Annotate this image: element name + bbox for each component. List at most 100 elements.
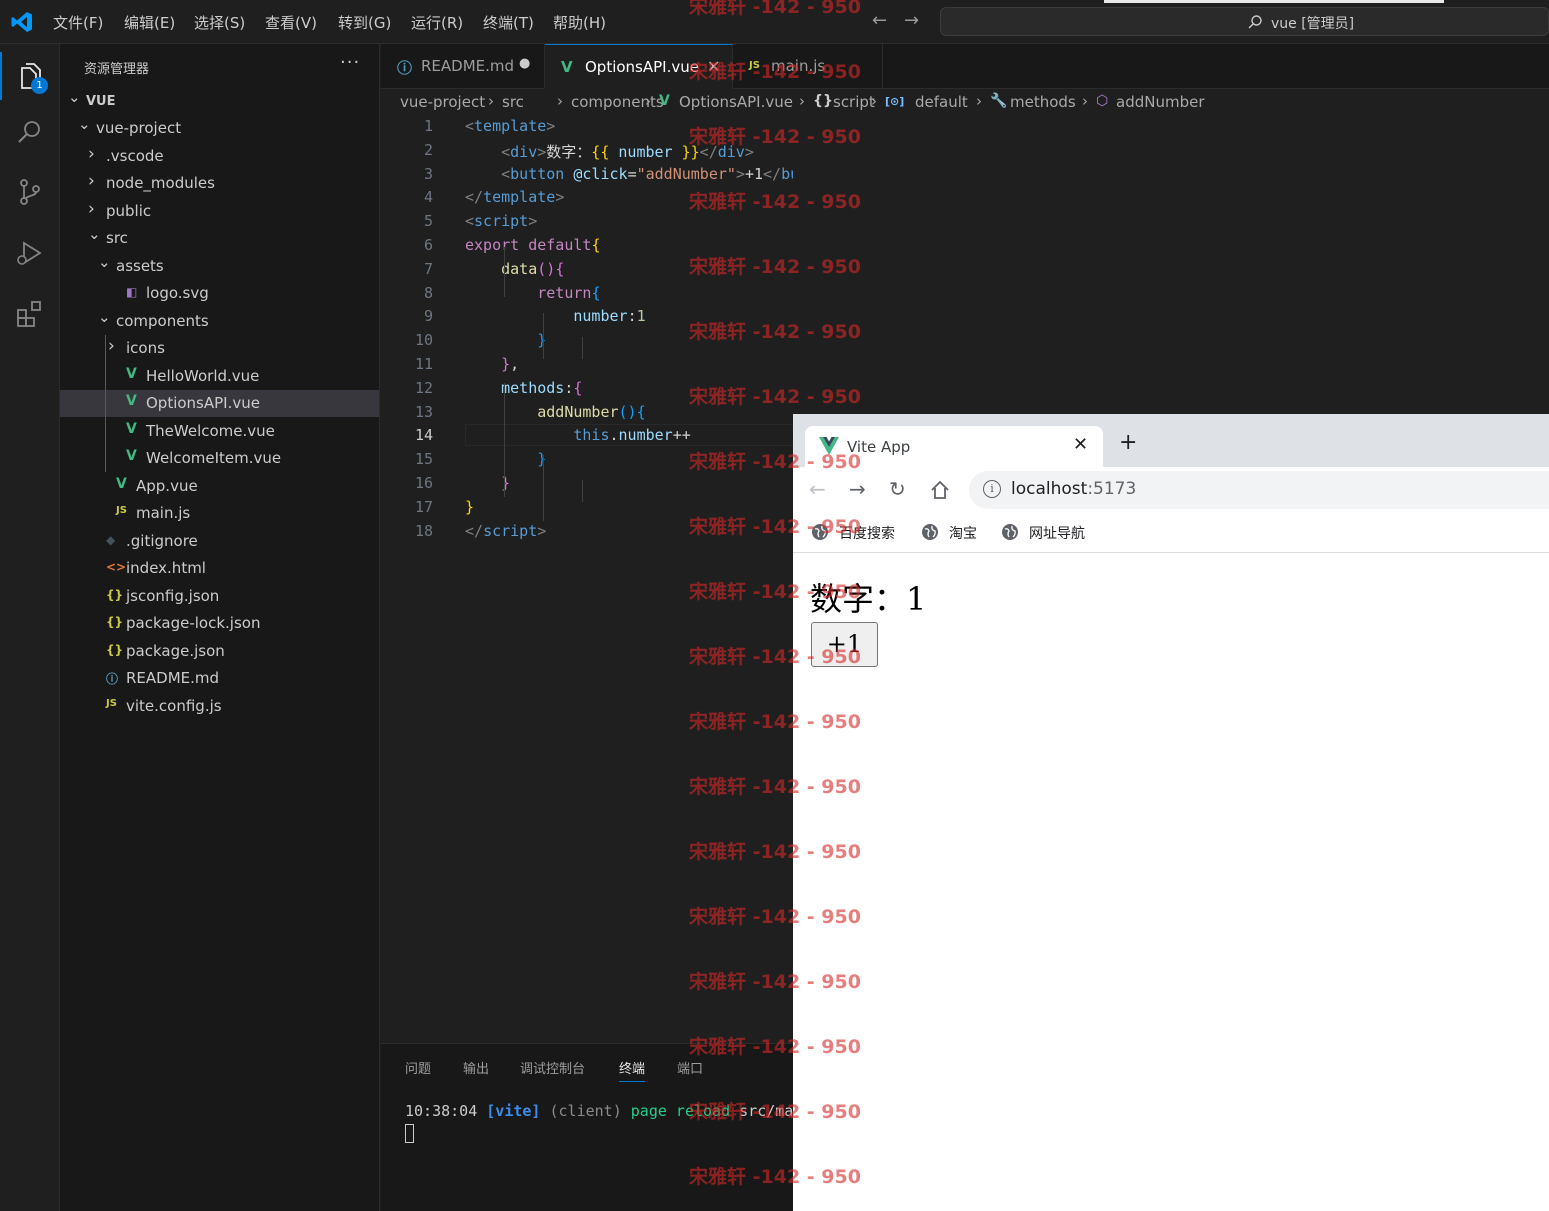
- breadcrumb-item[interactable]: default: [915, 93, 968, 111]
- chevron-down-icon[interactable]: ⌄: [98, 308, 111, 326]
- reload-icon[interactable]: ↻: [889, 477, 906, 501]
- line-number: 4: [423, 188, 433, 207]
- tree-item[interactable]: {} package-lock.json: [60, 610, 379, 637]
- search-icon[interactable]: [14, 116, 46, 148]
- code-token: "addNumber": [636, 164, 736, 183]
- close-icon[interactable]: ✕: [707, 57, 720, 76]
- menu-item[interactable]: 选择(S): [194, 12, 245, 33]
- chevron-down-icon[interactable]: ⌄: [98, 253, 111, 271]
- tree-item-label: App.vue: [136, 477, 198, 495]
- tree-item[interactable]: <> index.html: [60, 555, 379, 582]
- breadcrumb-item[interactable]: vue-project: [400, 93, 485, 111]
- tree-item[interactable]: {} package.json: [60, 638, 379, 665]
- panel-tab[interactable]: 调试控制台: [520, 1058, 585, 1077]
- menu-item[interactable]: 帮助(H): [553, 12, 606, 33]
- tree-item[interactable]: ◆ .gitignore: [60, 528, 379, 555]
- tree-item[interactable]: › node_modules: [60, 170, 379, 197]
- run-debug-icon[interactable]: [14, 238, 46, 270]
- browser-tab[interactable]: Vite App ✕: [805, 426, 1103, 467]
- tree-item[interactable]: ⓘ README.md: [60, 665, 379, 692]
- chevron-right-icon[interactable]: ›: [88, 144, 95, 164]
- chevron-right-icon[interactable]: ›: [88, 171, 95, 191]
- site-info-icon[interactable]: i: [983, 480, 1001, 498]
- html-file-icon: <>: [106, 560, 127, 574]
- breadcrumb-item[interactable]: methods: [1010, 93, 1076, 111]
- tree-item[interactable]: ⌄ src: [60, 225, 379, 252]
- tree-item[interactable]: {} jsconfig.json: [60, 583, 379, 610]
- address-bar[interactable]: i localhost:5173: [969, 471, 1549, 509]
- menu-item[interactable]: 编辑(E): [124, 12, 175, 33]
- tree-item[interactable]: V TheWelcome.vue: [60, 418, 379, 445]
- line-number: 2: [423, 140, 433, 159]
- close-icon[interactable]: ✕: [1073, 434, 1088, 455]
- command-center-search[interactable]: vue [管理员]: [940, 7, 1549, 36]
- terminal-cursor[interactable]: [405, 1124, 414, 1143]
- line-number: 10: [414, 331, 433, 350]
- bookmark-item[interactable]: 网址导航: [1029, 523, 1085, 543]
- tree-item-label: TheWelcome.vue: [146, 422, 275, 440]
- menu-item[interactable]: 文件(F): [53, 12, 103, 33]
- js-file-icon: JS: [106, 698, 117, 709]
- source-control-icon[interactable]: [14, 176, 46, 208]
- chevron-down-icon[interactable]: ⌄: [88, 225, 101, 243]
- code-editor[interactable]: 1 <template> 2 <div>数字：{{ number }}</div> 3…: [381, 115, 793, 1043]
- tree-item[interactable]: V HelloWorld.vue: [60, 363, 379, 390]
- increment-button[interactable]: +1: [811, 622, 878, 667]
- panel-tab[interactable]: 端口: [677, 1058, 703, 1077]
- new-tab-icon[interactable]: +: [1119, 430, 1137, 455]
- tree-item-label: components: [116, 312, 209, 330]
- menu-item[interactable]: 运行(R): [411, 12, 463, 33]
- tree-item[interactable]: ⌄ components: [60, 308, 379, 335]
- home-icon[interactable]: [930, 480, 950, 500]
- line-number: 3: [423, 164, 433, 183]
- tree-item[interactable]: V OptionsAPI.vue: [60, 390, 379, 417]
- bottom-panel: 问题 输出 调试控制台 终端 端口 10:38:04 [vite] (client) p…: [381, 1043, 793, 1211]
- panel-tab[interactable]: 问题: [405, 1058, 431, 1077]
- panel-tab[interactable]: 输出: [463, 1058, 489, 1077]
- breadcrumb-item[interactable]: src: [502, 93, 524, 111]
- code-token: }}: [681, 142, 700, 161]
- back-arrow-icon[interactable]: ←: [872, 10, 887, 31]
- code-token: >: [555, 188, 565, 207]
- tree-item[interactable]: › public: [60, 198, 379, 225]
- breadcrumb-item[interactable]: OptionsAPI.vue: [679, 93, 793, 111]
- tree-item[interactable]: JS vite.config.js: [60, 693, 379, 720]
- vscode-logo-icon[interactable]: [10, 10, 34, 34]
- editor-tab[interactable]: JS main.js: [733, 44, 883, 89]
- vue-file-icon: V: [126, 448, 137, 464]
- tree-item[interactable]: JS main.js: [60, 500, 379, 527]
- editor-tab[interactable]: ⓘ README.md ●: [381, 44, 545, 89]
- code-line: methods:{: [465, 379, 582, 397]
- breadcrumb-item[interactable]: addNumber: [1116, 93, 1205, 111]
- bookmark-item[interactable]: 淘宝: [949, 523, 977, 543]
- tree-item[interactable]: V App.vue: [60, 473, 379, 500]
- tree-item[interactable]: ⌄ vue-project: [60, 115, 379, 142]
- json-file-icon: {}: [106, 643, 124, 657]
- browser-back-icon[interactable]: ←: [809, 477, 826, 501]
- forward-arrow-icon[interactable]: →: [904, 10, 919, 31]
- menu-item[interactable]: 查看(V): [265, 12, 317, 33]
- menu-item[interactable]: 终端(T): [483, 12, 534, 33]
- unsaved-dot-icon[interactable]: ●: [519, 56, 530, 71]
- bookmark-item[interactable]: 百度搜索: [839, 523, 895, 543]
- chevron-right-icon[interactable]: ›: [108, 336, 115, 356]
- chevron-right-icon[interactable]: ›: [88, 199, 95, 219]
- browser-forward-icon[interactable]: →: [849, 477, 866, 501]
- panel-tab[interactable]: 终端: [619, 1058, 646, 1082]
- more-actions-icon[interactable]: ···: [340, 52, 360, 73]
- code-line: number:1: [465, 307, 645, 325]
- tree-item[interactable]: ⌄ VUE: [60, 88, 379, 115]
- menu-item[interactable]: 转到(G): [338, 12, 391, 33]
- indent-guide: [582, 337, 583, 359]
- tree-item[interactable]: › .vscode: [60, 143, 379, 170]
- extensions-icon[interactable]: [14, 298, 46, 330]
- tree-item[interactable]: ◧ logo.svg: [60, 280, 379, 307]
- tree-item[interactable]: ⌄ assets: [60, 253, 379, 280]
- chevron-down-icon[interactable]: ⌄: [68, 88, 81, 106]
- editor-tab[interactable]: V OptionsAPI.vue ✕: [545, 44, 733, 89]
- breadcrumb-item[interactable]: script: [833, 93, 875, 111]
- tree-item[interactable]: › icons: [60, 335, 379, 362]
- tree-item[interactable]: V WelcomeItem.vue: [60, 445, 379, 472]
- chevron-down-icon[interactable]: ⌄: [78, 115, 91, 133]
